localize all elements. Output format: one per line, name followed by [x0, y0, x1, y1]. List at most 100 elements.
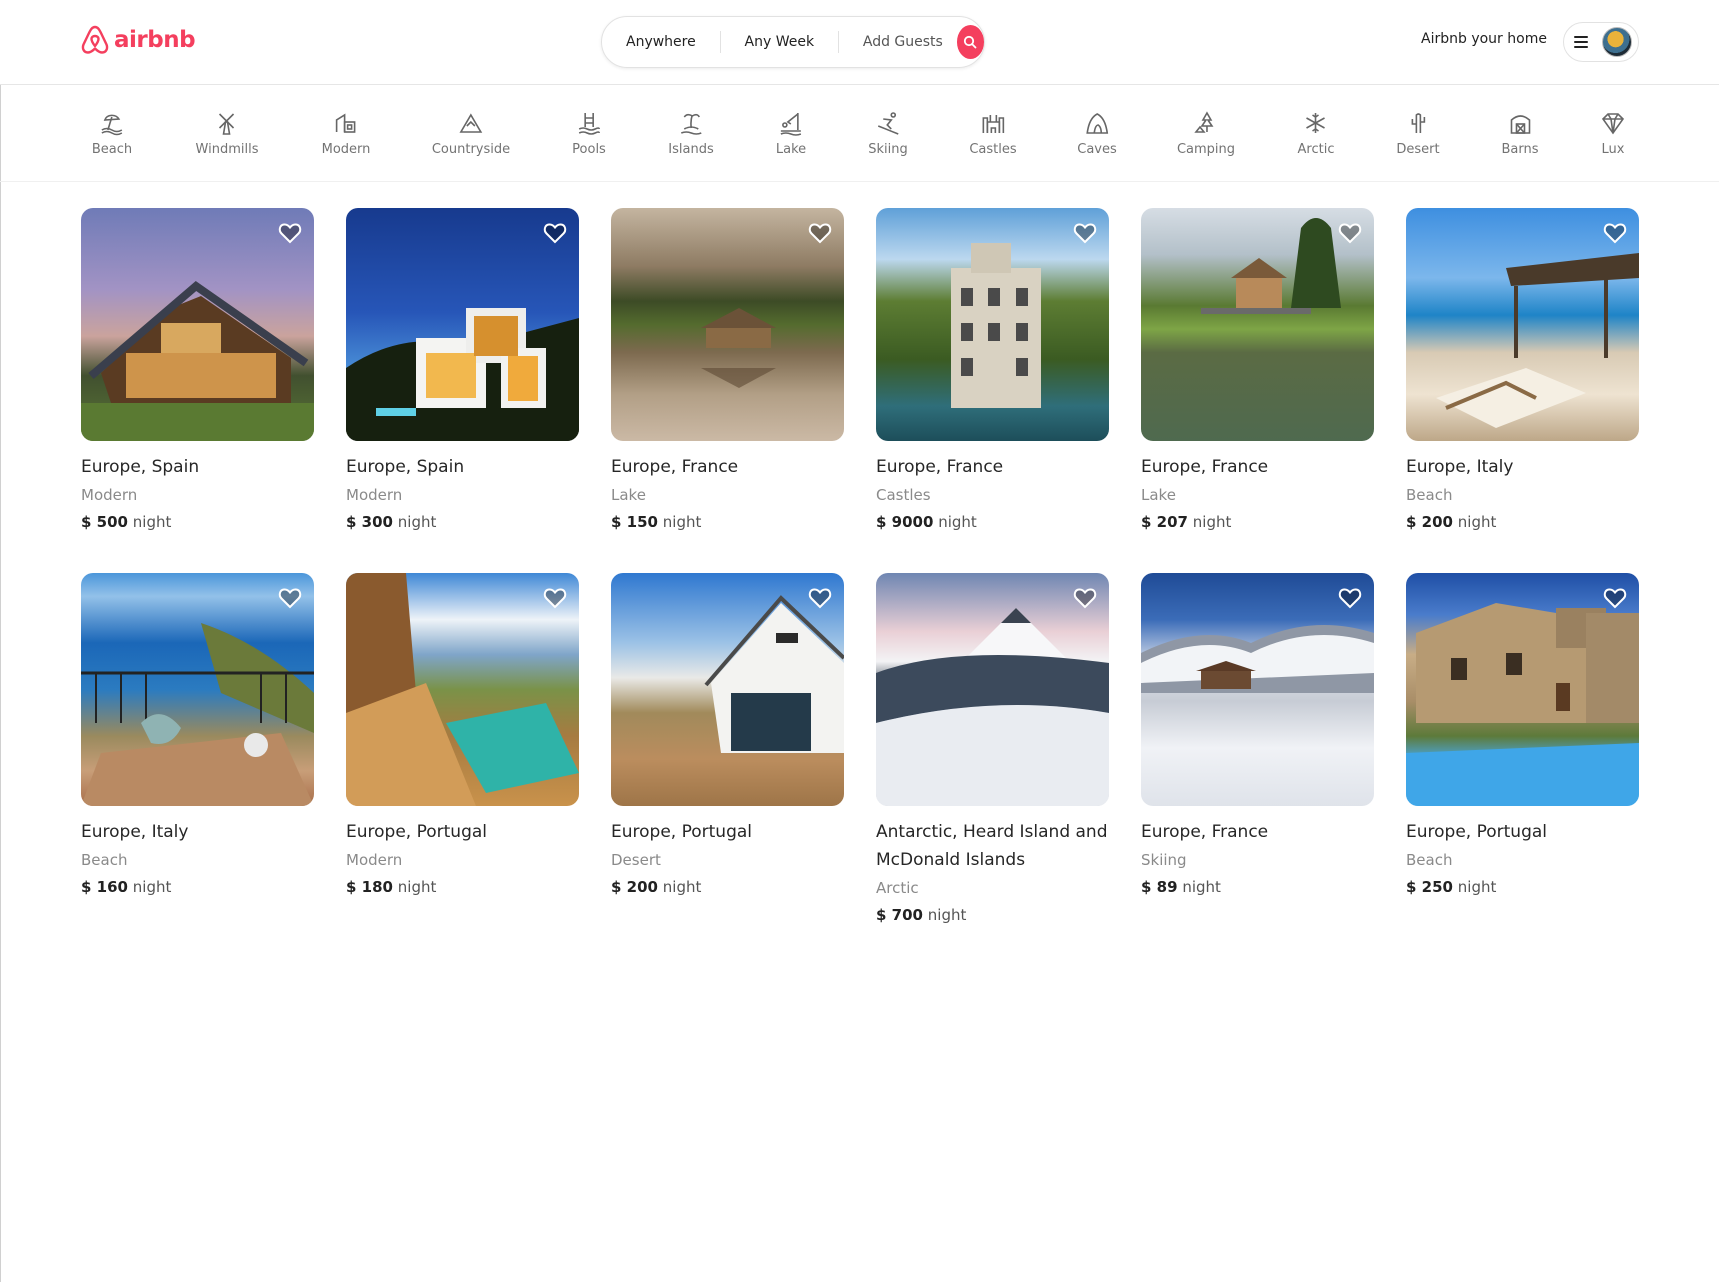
listing-location: Europe, Spain: [81, 457, 200, 477]
listing-card[interactable]: Europe, France Lake $ 207 night: [1141, 208, 1374, 531]
listing-photo[interactable]: [611, 208, 844, 441]
category-label: Beach: [91, 142, 133, 157]
listing-photo[interactable]: [876, 208, 1109, 441]
category-camping[interactable]: Camping: [1177, 110, 1235, 157]
diamond-icon: [1601, 113, 1625, 135]
category-label: Camping: [1176, 142, 1236, 157]
listing-photo[interactable]: [1406, 573, 1639, 806]
listing-price-row: $ 207 night: [1141, 513, 1374, 531]
category-barns[interactable]: Barns: [1501, 110, 1539, 157]
listing-price: $ 160: [81, 878, 128, 896]
category-skiing[interactable]: Skiing: [868, 110, 908, 157]
listing-category: Desert: [611, 851, 661, 869]
category-windmills[interactable]: Windmills: [196, 110, 258, 157]
listing-photo[interactable]: [1141, 573, 1374, 806]
search-add-guests[interactable]: Add Guests: [839, 34, 957, 50]
search-any-week[interactable]: Any Week: [721, 34, 839, 50]
category-label: Pools: [572, 142, 606, 157]
listing-card[interactable]: Europe, Portugal Beach $ 250 night: [1406, 573, 1639, 896]
heart-icon[interactable]: [1337, 585, 1363, 611]
listing-price-unit: night: [1457, 878, 1497, 896]
skiing-icon: [877, 112, 899, 135]
heart-icon[interactable]: [807, 585, 833, 611]
listing-card[interactable]: Europe, France Skiing $ 89 night: [1141, 573, 1374, 896]
listing-price-unit: night: [1457, 513, 1497, 531]
category-lux[interactable]: Lux: [1600, 110, 1626, 157]
heart-icon[interactable]: [542, 585, 568, 611]
category-pools[interactable]: Pools: [572, 110, 606, 157]
listing-photo[interactable]: [81, 573, 314, 806]
heart-icon[interactable]: [1072, 585, 1098, 611]
listing-category: Beach: [81, 851, 128, 869]
listing-location: Europe, France: [611, 457, 739, 477]
beach-icon: [101, 114, 123, 136]
heart-icon[interactable]: [807, 220, 833, 246]
category-desert[interactable]: Desert: [1396, 110, 1440, 157]
heart-icon[interactable]: [1602, 220, 1628, 246]
search-bar[interactable]: Anywhere Any Week Add Guests: [601, 16, 985, 68]
listing-price-row: $ 9000 night: [876, 513, 1109, 531]
listing-photo[interactable]: [611, 573, 844, 806]
listing-photo[interactable]: [81, 208, 314, 441]
listing-location: Europe, France: [1141, 457, 1269, 477]
listing-price-row: $ 150 night: [611, 513, 844, 531]
listing-card[interactable]: Europe, France Lake $ 150 night: [611, 208, 844, 531]
listing-card[interactable]: Antarctic, Heard Island and McDonald Isl…: [876, 573, 1109, 924]
category-countryside[interactable]: Countryside: [432, 110, 510, 157]
listing-category: Castles: [876, 486, 931, 504]
listing-card[interactable]: Europe, Portugal Desert $ 200 night: [611, 573, 844, 896]
heart-icon[interactable]: [277, 220, 303, 246]
listing-card[interactable]: Europe, Italy Beach $ 200 night: [1406, 208, 1639, 531]
listing-price-row: $ 200 night: [611, 878, 844, 896]
heart-icon[interactable]: [277, 585, 303, 611]
listing-category: Modern: [81, 486, 138, 504]
listing-card[interactable]: Europe, Italy Beach $ 160 night: [81, 573, 314, 896]
mountain-icon: [459, 113, 483, 133]
cave-icon: [1086, 113, 1108, 134]
listing-photo[interactable]: [346, 573, 579, 806]
top-navbar: airbnb Anywhere Any Week Add Guests Airb…: [0, 0, 1719, 85]
category-label: Lux: [1601, 142, 1625, 157]
heart-icon[interactable]: [1337, 220, 1363, 246]
category-modern[interactable]: Modern: [322, 110, 370, 157]
search-button[interactable]: [956, 25, 984, 59]
airbnb-logo-icon: [81, 25, 109, 54]
listing-photo[interactable]: [876, 573, 1109, 806]
category-islands[interactable]: Islands: [668, 110, 714, 157]
listing-price-unit: night: [1192, 513, 1232, 531]
listing-photo[interactable]: [1406, 208, 1639, 441]
listing-price-unit: night: [132, 513, 172, 531]
category-lake[interactable]: Lake: [776, 110, 806, 157]
page-edge: [0, 0, 1, 1282]
airbnb-logo[interactable]: airbnb: [80, 24, 196, 56]
listing-category: Arctic: [876, 879, 919, 897]
listing-location: Europe, Portugal: [346, 822, 487, 842]
category-beach[interactable]: Beach: [92, 110, 132, 157]
listing-price-unit: night: [662, 513, 702, 531]
heart-icon[interactable]: [1602, 585, 1628, 611]
listing-price-unit: night: [1182, 878, 1221, 896]
listing-photo[interactable]: [346, 208, 579, 441]
heart-icon[interactable]: [542, 220, 568, 246]
listing-card[interactable]: Europe, Spain Modern $ 300 night: [346, 208, 579, 531]
search-anywhere[interactable]: Anywhere: [602, 34, 720, 50]
category-label: Lake: [775, 142, 807, 157]
listing-category: Skiing: [1141, 851, 1187, 869]
listing-photo[interactable]: [1141, 208, 1374, 441]
listing-price-unit: night: [662, 878, 702, 896]
listing-card[interactable]: Europe, France Castles $ 9000 night: [876, 208, 1109, 531]
listing-price: $ 180: [346, 878, 393, 896]
listing-price-row: $ 500 night: [81, 513, 314, 531]
user-menu-button[interactable]: [1563, 22, 1639, 62]
listing-card[interactable]: Europe, Portugal Modern $ 180 night: [346, 573, 579, 896]
heart-icon[interactable]: [1072, 220, 1098, 246]
airbnb-your-home-link[interactable]: Airbnb your home: [1421, 31, 1547, 47]
category-arctic[interactable]: Arctic: [1298, 110, 1334, 157]
category-castles[interactable]: Castles: [969, 110, 1017, 157]
category-label: Castles: [969, 142, 1017, 157]
hamburger-icon: [1574, 36, 1588, 48]
listing-card[interactable]: Europe, Spain Modern $ 500 night: [81, 208, 314, 531]
listing-location: Europe, Italy: [1406, 457, 1514, 477]
listing-location: Europe, Spain: [346, 457, 465, 477]
category-caves[interactable]: Caves: [1077, 110, 1117, 157]
